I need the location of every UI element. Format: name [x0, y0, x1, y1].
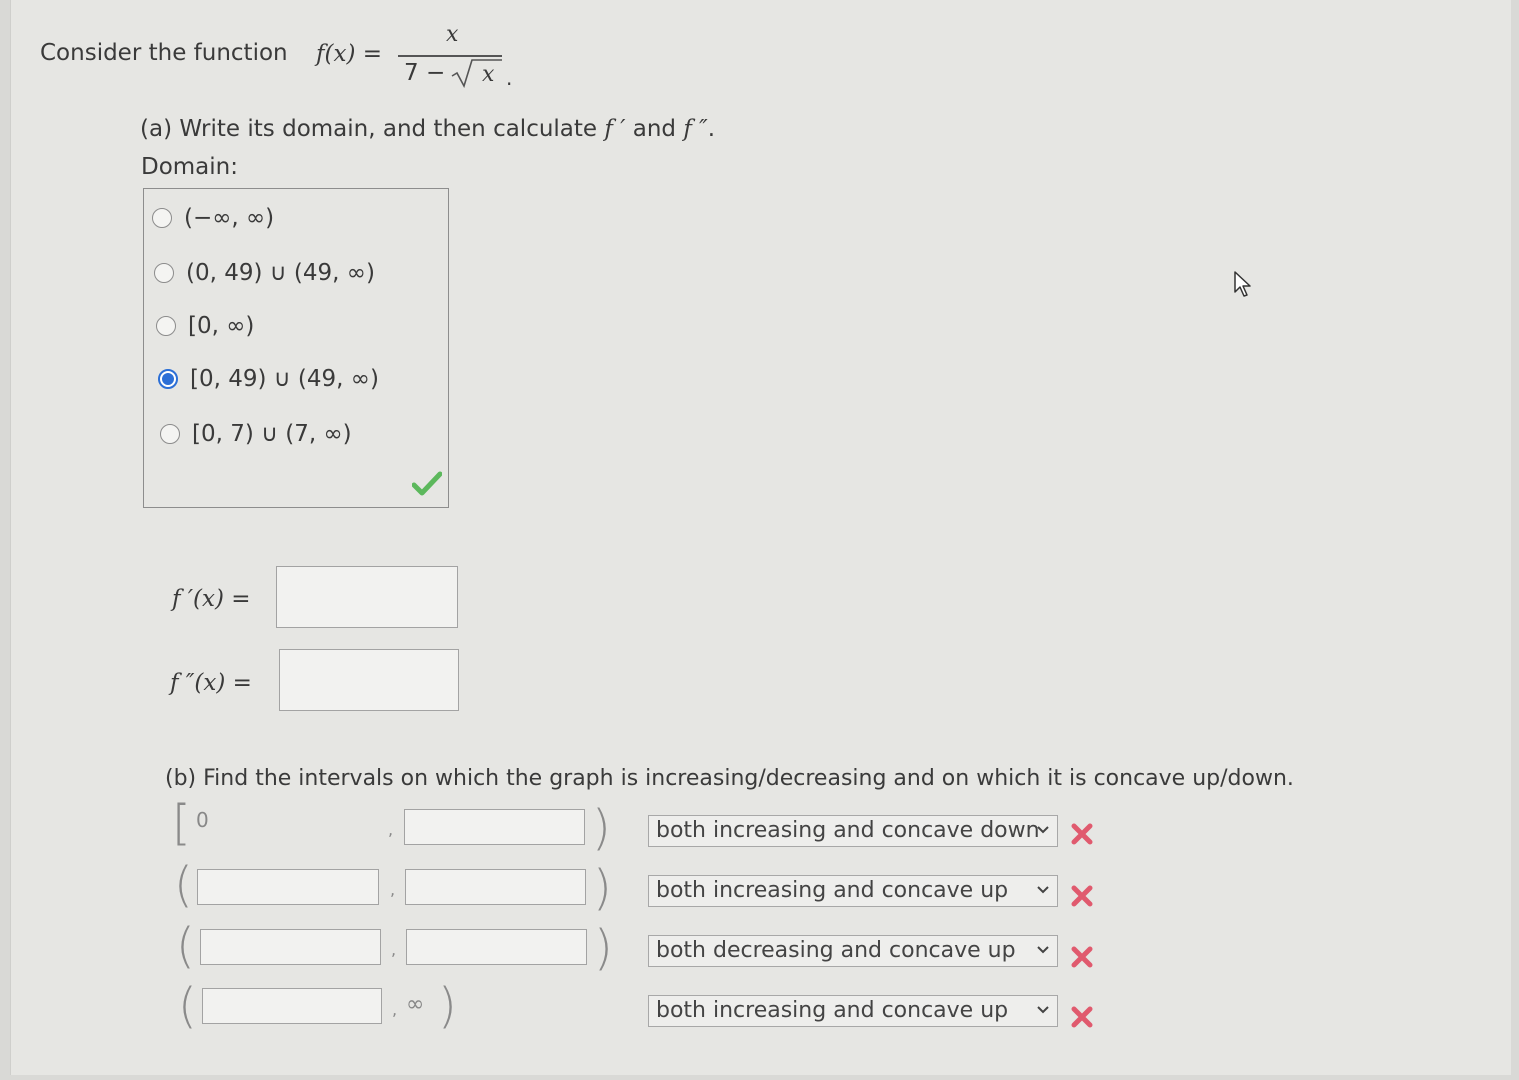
select-value: both increasing and concave up [656, 998, 1009, 1023]
incorrect-x-icon [1071, 885, 1093, 907]
domain-option-label: [0, 7) ∪ (7, ∞) [192, 421, 352, 447]
radio-button[interactable] [160, 424, 180, 444]
comma: , [392, 1000, 398, 1019]
radio-button[interactable] [154, 263, 174, 283]
infinity-symbol: ∞ [406, 992, 425, 1017]
left-paren: ( [176, 918, 195, 974]
fraction-bar [398, 55, 502, 57]
behavior-select[interactable]: both increasing and concave up [648, 875, 1058, 907]
f-prime-label: f ′(x) = [172, 586, 251, 612]
select-value: both increasing and concave up [656, 878, 1009, 903]
select-value: both increasing and concave down [656, 818, 1040, 843]
comma: , [388, 820, 394, 839]
fraction-numerator: x [446, 22, 459, 47]
interval-end-input[interactable] [404, 809, 585, 845]
domain-option-label: (0, 49) ∪ (49, ∞) [186, 260, 375, 286]
incorrect-x-icon [1071, 946, 1093, 968]
chevron-down-icon [1037, 826, 1049, 834]
problem-intro: Consider the function [40, 40, 288, 66]
and-text: and [625, 116, 684, 142]
f-double-prime-label: f ″(x) = [170, 670, 252, 696]
part-b-prompt: (b) Find the intervals on which the grap… [165, 766, 1294, 791]
interval-start-input[interactable] [200, 929, 381, 965]
select-value: both decreasing and concave up [656, 938, 1016, 963]
behavior-select[interactable]: both increasing and concave down [648, 815, 1058, 847]
f-double-prime-input[interactable] [279, 649, 459, 711]
interval-start-input[interactable] [202, 988, 382, 1024]
right-paren: ) [438, 978, 457, 1034]
interval-start-input[interactable] [197, 869, 379, 905]
comma: , [390, 880, 396, 899]
left-paren: ( [178, 978, 197, 1034]
chevron-down-icon [1037, 886, 1049, 894]
domain-options-box: (−∞, ∞) (0, 49) ∪ (49, ∞) [0, ∞) [0, 49)… [143, 188, 449, 508]
chevron-down-icon [1037, 946, 1049, 954]
domain-option-label: (−∞, ∞) [184, 205, 275, 231]
part-a-prompt: (a) Write its domain, and then calculate… [140, 116, 715, 142]
left-bracket: [ [172, 795, 191, 851]
f-double-prime-symbol: f ″ [683, 116, 708, 142]
incorrect-x-icon [1071, 823, 1093, 845]
radio-button-selected[interactable] [158, 369, 178, 389]
right-paren: ) [593, 860, 612, 916]
domain-option-2[interactable]: (0, 49) ∪ (49, ∞) [154, 258, 375, 288]
mouse-cursor-icon [1234, 271, 1251, 297]
domain-option-3[interactable]: [0, ∞) [156, 311, 254, 341]
incorrect-x-icon [1071, 1006, 1093, 1028]
right-paren: ) [592, 800, 611, 856]
behavior-select[interactable]: both increasing and concave up [648, 995, 1058, 1027]
radio-button[interactable] [152, 208, 172, 228]
domain-option-label: [0, 49) ∪ (49, ∞) [190, 366, 379, 392]
radio-button[interactable] [156, 316, 176, 336]
f-prime-input[interactable] [276, 566, 458, 628]
check-icon [412, 471, 442, 496]
domain-option-4[interactable]: [0, 49) ∪ (49, ∞) [158, 364, 379, 394]
comma: , [391, 940, 397, 959]
left-paren: ( [174, 857, 193, 913]
chevron-down-icon [1037, 1006, 1049, 1014]
interval-end-input[interactable] [406, 929, 587, 965]
period: . [506, 66, 513, 90]
part-a-text: (a) Write its domain, and then calculate [140, 116, 605, 142]
behavior-select[interactable]: both decreasing and concave up [648, 935, 1058, 967]
domain-label: Domain: [141, 154, 238, 180]
domain-option-1[interactable]: (−∞, ∞) [152, 203, 274, 233]
right-paren: ) [594, 920, 613, 976]
fraction-denominator-var: x [482, 62, 495, 87]
domain-option-5[interactable]: [0, 7) ∪ (7, ∞) [160, 419, 352, 449]
prompt-end: . [707, 116, 716, 142]
interval-end-input[interactable] [405, 869, 586, 905]
f-prime-symbol: f ′ [604, 116, 626, 142]
function-fraction: x 7 − x . [398, 22, 513, 90]
function-label: f(x) = [316, 41, 383, 67]
fraction-denominator-const: 7 − [404, 60, 446, 86]
interval-start-value: 0 [196, 808, 209, 832]
domain-option-label: [0, ∞) [188, 313, 255, 339]
